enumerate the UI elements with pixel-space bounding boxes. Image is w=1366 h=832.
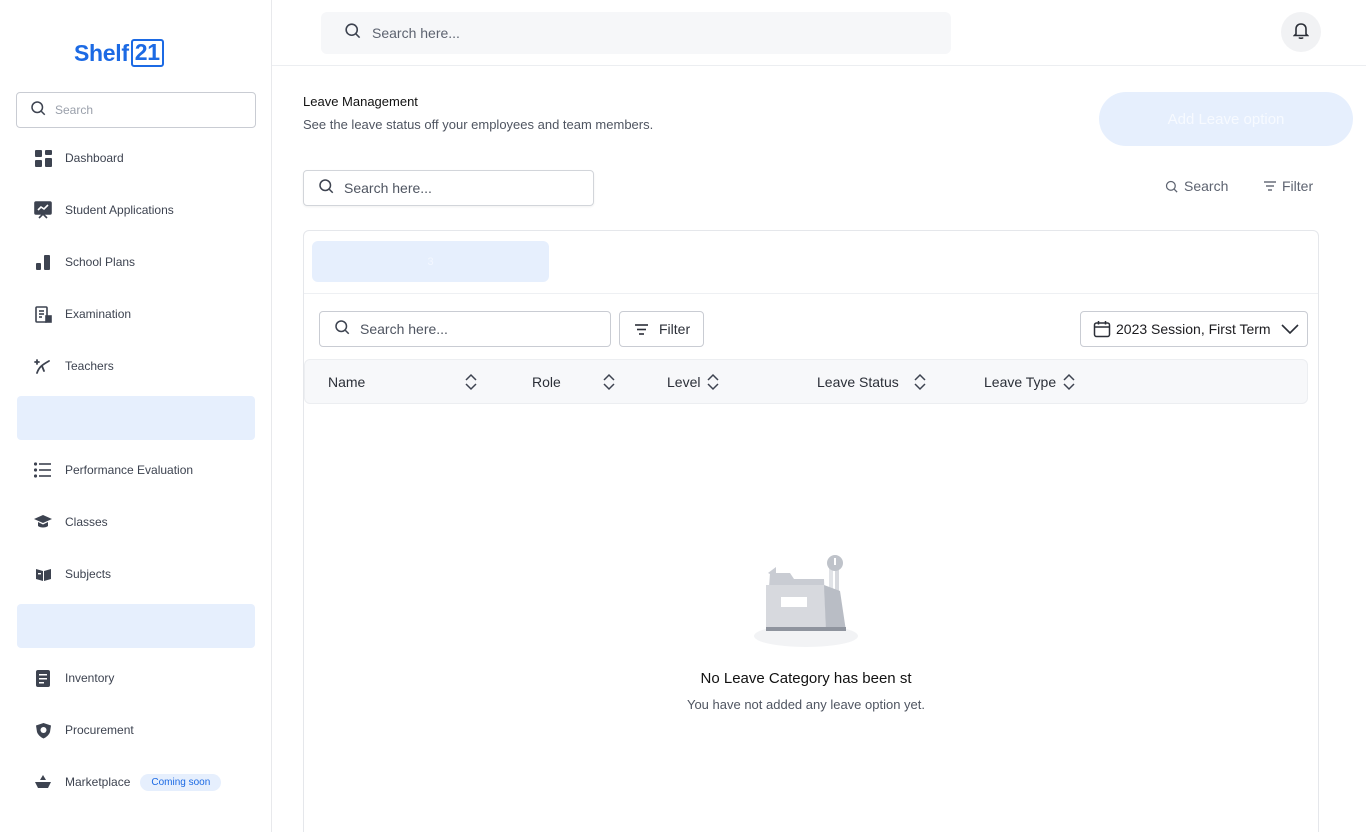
empty-state-subtitle: You have not added any leave option yet. <box>686 697 926 712</box>
sidebar-item-label: Dashboard <box>65 151 124 165</box>
sidebar-placeholder-item[interactable] <box>17 396 255 440</box>
document-icon <box>34 669 52 687</box>
search-icon <box>1164 179 1179 194</box>
empty-state-title: No Leave Category has been st <box>700 670 912 687</box>
sort-icon <box>914 373 926 391</box>
chart-board-icon <box>34 201 52 219</box>
page-title: Leave Management <box>303 94 418 109</box>
search-link[interactable]: Search <box>1164 178 1228 194</box>
filter-link[interactable]: Filter <box>1263 178 1313 194</box>
global-search-placeholder: Search here... <box>372 25 460 41</box>
session-select[interactable]: 2023 Session, First Term <box>1080 311 1308 347</box>
sidebar-item-label: Student Applications <box>65 203 174 217</box>
exam-icon <box>34 305 52 323</box>
sidebar-item-label: Inventory <box>65 671 115 685</box>
filter-icon <box>1263 180 1277 192</box>
sidebar: Shelf 21 Search Dashboard Student Applica… <box>0 0 272 832</box>
sidebar-search-placeholder: Search <box>55 103 94 117</box>
page-subtitle: See the leave status off your employees … <box>303 117 654 132</box>
bell-icon <box>1292 21 1310 44</box>
notifications-button[interactable] <box>1281 12 1321 52</box>
sidebar-item-label: Classes <box>65 515 108 529</box>
column-header-label: Level <box>667 373 701 390</box>
sort-icon <box>465 373 477 391</box>
top-bar: Search here... <box>272 0 1366 66</box>
sort-icon <box>1063 373 1075 391</box>
column-header-label: Leave Status <box>817 373 899 390</box>
search-icon <box>343 21 362 45</box>
session-select-value: 2023 Session, First Term <box>1116 321 1271 337</box>
teacher-icon <box>34 357 52 375</box>
dashboard-icon <box>34 149 52 167</box>
global-search-input[interactable]: Search here... <box>321 12 951 54</box>
sidebar-placeholder-item[interactable] <box>17 604 255 648</box>
book-icon <box>34 565 52 583</box>
sidebar-item-label: Teachers <box>65 359 114 373</box>
table-search-input[interactable]: Search here... <box>319 311 611 347</box>
tab-leave-category[interactable]: 3 <box>312 241 549 282</box>
filter-button[interactable]: Filter <box>619 311 704 347</box>
search-icon <box>29 99 47 122</box>
graduation-cap-icon <box>34 513 52 531</box>
filter-link-label: Filter <box>1282 178 1314 194</box>
bar-chart-icon <box>34 253 52 271</box>
filter-icon <box>634 323 649 336</box>
sidebar-item-marketplace[interactable]: Marketplace Coming soon <box>17 760 255 804</box>
brand-name: Shelf <box>74 39 129 66</box>
sidebar-item-performance-evaluation[interactable]: Performance Evaluation <box>17 448 255 492</box>
column-header-leave-status[interactable]: Leave Status <box>817 360 926 403</box>
sidebar-item-label: Subjects <box>65 567 112 581</box>
calendar-icon <box>1093 320 1111 338</box>
empty-folder-illustration <box>754 551 858 656</box>
sidebar-search-input[interactable]: Search <box>16 92 256 128</box>
card-divider <box>304 293 1318 294</box>
column-header-level[interactable]: Level <box>667 360 719 403</box>
page-search-placeholder: Search here... <box>344 180 432 196</box>
sort-icon <box>707 373 719 391</box>
sidebar-item-student-applications[interactable]: Student Applications <box>17 188 255 232</box>
sidebar-item-examination[interactable]: Examination <box>17 292 255 336</box>
column-header-role[interactable]: Role <box>532 360 615 403</box>
sidebar-item-inventory[interactable]: Inventory <box>17 656 255 700</box>
shield-icon <box>34 721 52 739</box>
column-header-label: Name <box>328 373 366 390</box>
search-link-label: Search <box>1184 178 1229 194</box>
sidebar-item-subjects[interactable]: Subjects <box>17 552 255 596</box>
table-header: Name Role Level Leave Status Leave Type <box>304 359 1308 404</box>
sort-icon <box>603 373 615 391</box>
sidebar-item-procurement[interactable]: Procurement <box>17 708 255 752</box>
sidebar-item-teachers[interactable]: Teachers <box>17 344 255 388</box>
sidebar-item-classes[interactable]: Classes <box>17 500 255 544</box>
search-icon <box>317 177 335 200</box>
leave-table-card: 3 Search here... Filter 2023 Session, Fi… <box>303 230 1319 832</box>
sidebar-item-label: School Plans <box>65 255 136 269</box>
sidebar-item-label: Performance Evaluation <box>65 463 194 477</box>
column-header-label: Role <box>532 373 561 390</box>
add-leave-option-button[interactable]: Add Leave option <box>1099 92 1353 146</box>
page-search-input[interactable]: Search here... <box>303 170 594 206</box>
brand-logo[interactable]: Shelf 21 <box>74 38 164 68</box>
coming-soon-badge: Coming soon <box>140 773 222 791</box>
filter-button-label: Filter <box>659 321 691 337</box>
sidebar-item-label: Marketplace <box>65 775 131 789</box>
table-search-placeholder: Search here... <box>360 321 448 337</box>
list-icon <box>34 461 52 479</box>
sidebar-item-school-plans[interactable]: School Plans <box>17 240 255 284</box>
chevron-down-icon <box>1281 324 1299 334</box>
sidebar-item-label: Procurement <box>65 723 134 737</box>
sidebar-item-label: Examination <box>65 307 132 321</box>
column-header-label: Leave Type <box>984 373 1057 390</box>
column-header-leave-type[interactable]: Leave Type <box>984 360 1075 403</box>
brand-number: 21 <box>130 39 164 67</box>
search-icon <box>333 318 351 341</box>
ship-icon <box>34 773 52 791</box>
app-root: Shelf 21 Search Dashboard Student Applica… <box>0 0 1366 832</box>
sidebar-item-dashboard[interactable]: Dashboard <box>17 136 255 180</box>
column-header-name[interactable]: Name <box>328 360 477 403</box>
